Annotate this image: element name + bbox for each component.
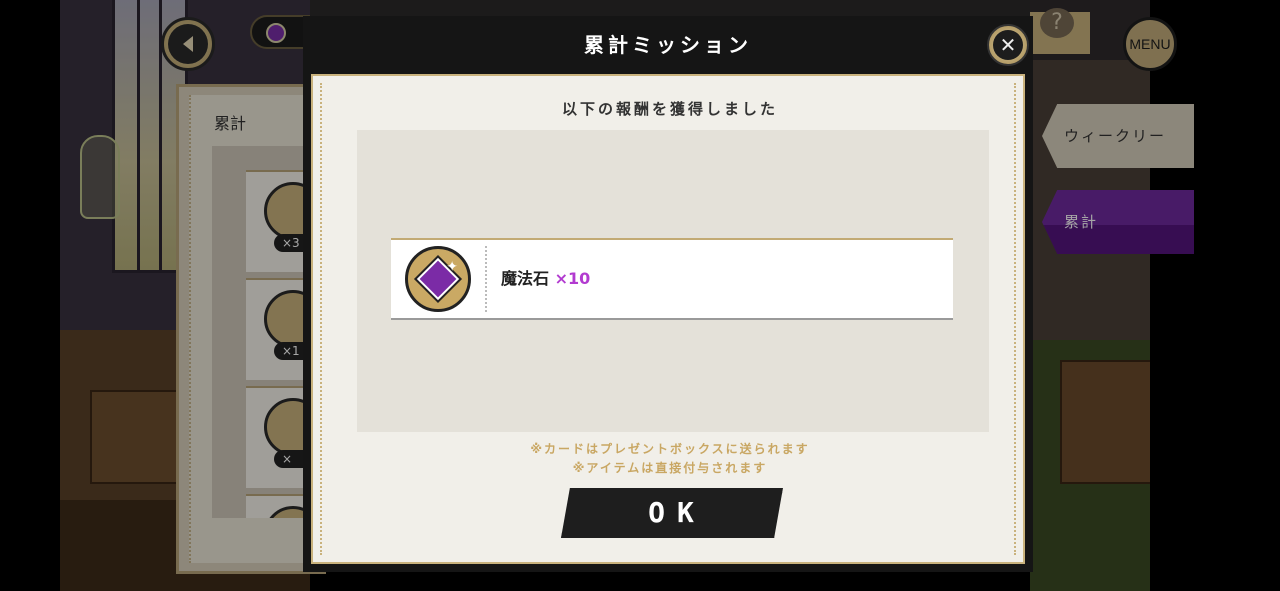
note-item: ※アイテムは直接付与されます <box>572 461 768 475</box>
reward-modal: 累計ミッション ✕ 以下の報酬を獲得しました ✦ 魔法石 ×10 ※カードはプレ… <box>303 16 1033 572</box>
modal-body: 以下の報酬を獲得しました ✦ 魔法石 ×10 ※カードはプレゼントボックスに送ら… <box>311 74 1025 564</box>
modal-title: 累計ミッション <box>584 33 752 57</box>
close-button[interactable]: ✕ <box>987 24 1029 66</box>
reward-quantity: ×10 <box>554 269 591 288</box>
reward-name: 魔法石 <box>501 269 550 288</box>
reward-list: ✦ 魔法石 ×10 <box>357 130 989 432</box>
ok-button[interactable]: OK <box>561 488 783 538</box>
magic-stone-icon: ✦ <box>405 246 471 312</box>
reward-heading: 以下の報酬を獲得しました <box>561 100 778 118</box>
reward-row: ✦ 魔法石 ×10 <box>391 238 953 320</box>
note-card: ※カードはプレゼントボックスに送られます <box>530 442 810 456</box>
close-icon: ✕ <box>993 30 1023 60</box>
sparkle-icon: ✦ <box>446 259 458 275</box>
